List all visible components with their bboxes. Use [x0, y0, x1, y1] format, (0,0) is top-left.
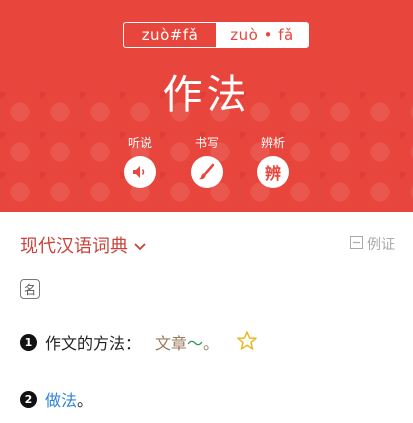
chevron-down-icon — [134, 235, 146, 256]
dictionary-selector[interactable]: 现代汉语词典 — [20, 232, 146, 258]
speaker-icon[interactable] — [124, 156, 156, 188]
brush-icon[interactable] — [191, 156, 223, 188]
example-end: 。 — [203, 334, 220, 353]
pinyin-option-hash[interactable]: zuò#fǎ — [124, 23, 216, 47]
write-action[interactable]: 书写 — [172, 134, 242, 188]
word-header: zuò#fǎ zuò • fǎ 作法 听说 书写 辨析 辨 — [0, 0, 413, 212]
example-tilde: ～ — [187, 334, 204, 353]
definition-2: 2 做法 。 — [20, 387, 93, 411]
minus-square-icon — [350, 235, 363, 253]
example-toggle-label: 例证 — [367, 237, 395, 253]
star-icon[interactable] — [237, 330, 257, 354]
analyze-label: 辨析 — [260, 136, 285, 150]
word-actions: 听说 书写 辨析 辨 — [0, 134, 413, 204]
pos-tag: 名 — [20, 279, 40, 299]
dictionary-title: 现代汉语词典 — [20, 236, 128, 257]
example-word: 文章 — [155, 334, 188, 353]
definition-1: 1 作文的方法： 文章～。 — [20, 330, 257, 354]
headword: 作法 — [162, 72, 251, 118]
example-toggle[interactable]: 例证 — [350, 234, 395, 254]
listen-action[interactable]: 听说 — [105, 134, 175, 188]
pinyin-option-dot[interactable]: zuò • fǎ — [216, 23, 308, 47]
analyze-icon[interactable]: 辨 — [257, 156, 289, 188]
definition-end: 。 — [77, 391, 94, 410]
definition-text: 作文的方法： — [45, 334, 142, 353]
analyze-action[interactable]: 辨析 辨 — [238, 134, 308, 188]
definition-link[interactable]: 做法 — [45, 387, 77, 411]
definition-number: 1 — [20, 333, 37, 351]
write-label: 书写 — [194, 136, 219, 150]
pinyin-toggle[interactable]: zuò#fǎ zuò • fǎ — [123, 22, 309, 48]
definition-number: 2 — [20, 390, 37, 408]
listen-label: 听说 — [127, 136, 152, 150]
definition-example: 文章～。 — [155, 330, 219, 354]
